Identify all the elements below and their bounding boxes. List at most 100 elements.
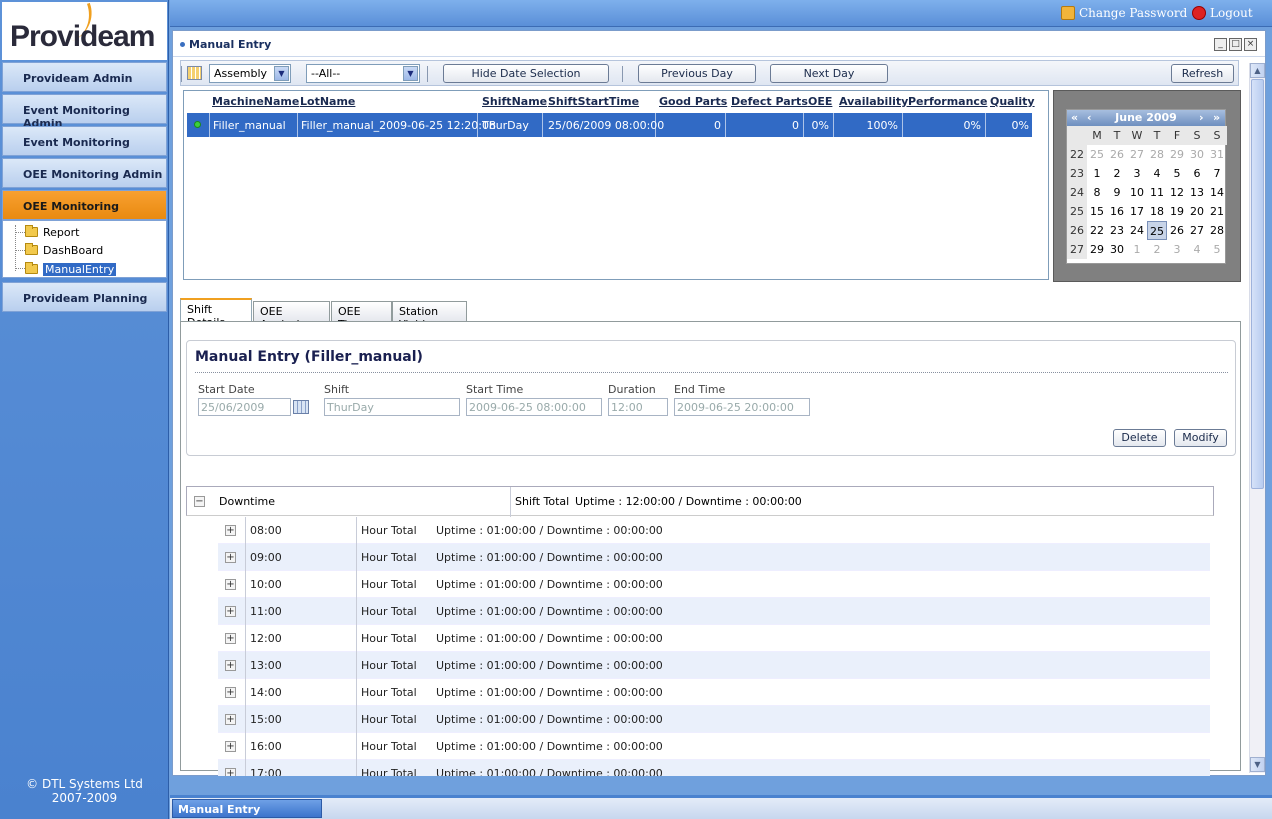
calendar-icon[interactable] <box>187 66 202 80</box>
calendar-day[interactable]: 2 <box>1107 164 1127 183</box>
scroll-thumb[interactable] <box>1251 79 1264 489</box>
calendar-day[interactable]: 28 <box>1207 221 1227 240</box>
maximize-icon[interactable]: □ <box>1229 38 1242 51</box>
calendar-day[interactable]: 25 <box>1087 145 1107 164</box>
tree-item-dashboard[interactable]: DashBoard <box>25 242 103 258</box>
col-machinename[interactable]: MachineName <box>212 95 299 108</box>
logout-link[interactable]: Logout <box>1192 6 1253 20</box>
prev-month-icon[interactable]: ‹ <box>1087 110 1092 126</box>
delete-button[interactable]: Delete <box>1113 429 1166 447</box>
calendar-day[interactable]: 30 <box>1107 240 1127 259</box>
calendar-day[interactable]: 14 <box>1207 183 1227 202</box>
calendar-day[interactable]: 7 <box>1207 164 1227 183</box>
expand-icon[interactable]: + <box>225 687 236 698</box>
calendar-day[interactable]: 22 <box>1087 221 1107 240</box>
tab-oee-analysis[interactable]: OEE Analysis <box>253 301 330 331</box>
start-time-input[interactable]: 2009-06-25 08:00:00 <box>466 398 602 416</box>
start-date-input[interactable]: 25/06/2009 <box>198 398 291 416</box>
calendar-day[interactable]: 5 <box>1207 240 1227 259</box>
calendar-day[interactable]: 15 <box>1087 202 1107 221</box>
nav-provideam-planning[interactable]: Provideam Planning <box>2 282 167 312</box>
prev-year-icon[interactable]: « <box>1071 110 1078 126</box>
nav-oee-monitoring-admin[interactable]: OEE Monitoring Admin <box>2 158 167 188</box>
nav-event-monitoring[interactable]: Event Monitoring <box>2 126 167 156</box>
calendar-day[interactable]: 9 <box>1107 183 1127 202</box>
col-good-parts[interactable]: Good Parts <box>659 95 727 108</box>
taskbar-tab-manual-entry[interactable]: Manual Entry <box>172 799 322 818</box>
col-oee[interactable]: OEE <box>808 95 832 108</box>
expand-icon[interactable]: + <box>225 741 236 752</box>
nav-oee-monitoring[interactable]: OEE Monitoring <box>2 190 167 220</box>
calendar-day[interactable]: 26 <box>1167 221 1187 240</box>
calendar-day[interactable]: 5 <box>1167 164 1187 183</box>
calendar-day[interactable]: 6 <box>1187 164 1207 183</box>
tab-station-yield[interactable]: Station Yield <box>392 301 467 331</box>
change-password-link[interactable]: Change Password <box>1061 6 1187 20</box>
end-time-input[interactable]: 2009-06-25 20:00:00 <box>674 398 810 416</box>
calendar-day[interactable]: 24 <box>1127 221 1147 240</box>
calendar-day[interactable]: 1 <box>1087 164 1107 183</box>
calendar-icon[interactable] <box>293 400 309 414</box>
collapse-icon[interactable]: − <box>194 496 205 507</box>
refresh-button[interactable]: Refresh <box>1171 64 1234 83</box>
calendar-day[interactable]: 20 <box>1187 202 1207 221</box>
calendar-day[interactable]: 19 <box>1167 202 1187 221</box>
filter-select[interactable]: --All-- ▼ <box>306 64 420 83</box>
scroll-down-icon[interactable]: ▼ <box>1250 757 1265 772</box>
calendar-day[interactable]: 10 <box>1127 183 1147 202</box>
calendar-day[interactable]: 11 <box>1147 183 1167 202</box>
close-icon[interactable]: × <box>1244 38 1257 51</box>
col-quality[interactable]: Quality <box>990 95 1035 108</box>
tree-item-report[interactable]: Report <box>25 224 79 240</box>
next-year-icon[interactable]: » <box>1213 110 1220 126</box>
expand-icon[interactable]: + <box>225 660 236 671</box>
vertical-scrollbar[interactable]: ▲ ▼ <box>1249 63 1265 773</box>
calendar-day[interactable]: 12 <box>1167 183 1187 202</box>
next-month-icon[interactable]: › <box>1199 110 1204 126</box>
col-defect-parts[interactable]: Defect Parts <box>731 95 808 108</box>
calendar-day[interactable]: 8 <box>1087 183 1107 202</box>
calendar-day[interactable]: 29 <box>1087 240 1107 259</box>
col-shiftname[interactable]: ShiftName <box>482 95 547 108</box>
calendar-day[interactable]: 4 <box>1147 164 1167 183</box>
calendar-day[interactable]: 30 <box>1187 145 1207 164</box>
col-performance[interactable]: Performance <box>908 95 987 108</box>
duration-input[interactable]: 12:00 <box>608 398 668 416</box>
calendar-day[interactable]: 27 <box>1187 221 1207 240</box>
calendar-day[interactable]: 17 <box>1127 202 1147 221</box>
expand-icon[interactable]: + <box>225 579 236 590</box>
calendar-day[interactable]: 18 <box>1147 202 1167 221</box>
scroll-up-icon[interactable]: ▲ <box>1250 63 1265 78</box>
calendar-day[interactable]: 3 <box>1167 240 1187 259</box>
tab-shift-details[interactable]: Shift Details <box>180 298 252 329</box>
calendar-day[interactable]: 27 <box>1127 145 1147 164</box>
expand-icon[interactable]: + <box>225 633 236 644</box>
shift-input[interactable]: ThurDay <box>324 398 460 416</box>
calendar-day[interactable]: 2 <box>1147 240 1167 259</box>
tab-oee-time[interactable]: OEE Time <box>331 301 392 331</box>
expand-icon[interactable]: + <box>225 714 236 725</box>
expand-icon[interactable]: + <box>225 768 236 776</box>
calendar-day[interactable]: 23 <box>1107 221 1127 240</box>
col-availability[interactable]: Availability <box>839 95 908 108</box>
calendar-day[interactable]: 31 <box>1207 145 1227 164</box>
modify-button[interactable]: Modify <box>1174 429 1227 447</box>
calendar-day[interactable]: 26 <box>1107 145 1127 164</box>
next-day-button[interactable]: Next Day <box>770 64 888 83</box>
calendar-day[interactable]: 21 <box>1207 202 1227 221</box>
calendar-day[interactable]: 13 <box>1187 183 1207 202</box>
tree-item-manualentry[interactable]: ManualEntry <box>25 261 117 277</box>
nav-provideam-admin[interactable]: Provideam Admin <box>2 62 167 92</box>
hide-date-selection-button[interactable]: Hide Date Selection <box>443 64 609 83</box>
calendar-day[interactable]: 16 <box>1107 202 1127 221</box>
nav-event-monitoring-admin[interactable]: Event Monitoring Admin <box>2 94 167 130</box>
expand-icon[interactable]: + <box>225 525 236 536</box>
calendar-day[interactable]: 25 <box>1147 221 1167 240</box>
calendar-day[interactable]: 1 <box>1127 240 1147 259</box>
calendar-day[interactable]: 28 <box>1147 145 1167 164</box>
calendar-day[interactable]: 29 <box>1167 145 1187 164</box>
expand-icon[interactable]: + <box>225 606 236 617</box>
line-select[interactable]: Assembly ▼ <box>209 64 291 83</box>
expand-icon[interactable]: + <box>225 552 236 563</box>
col-shiftstarttime[interactable]: ShiftStartTime <box>548 95 639 108</box>
